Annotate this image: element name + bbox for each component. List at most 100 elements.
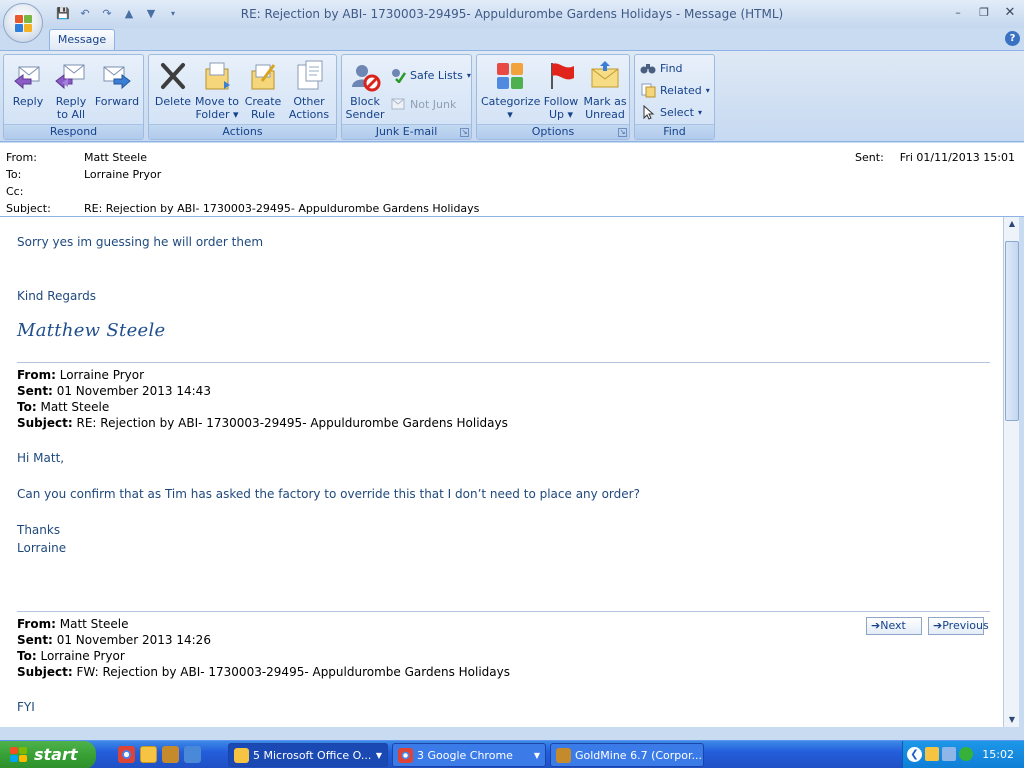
related-button[interactable]: Related ▾ [640, 81, 710, 99]
cc-row: Cc: [6, 185, 24, 198]
message-body[interactable]: Sorry yes im guessing he will order them… [0, 217, 1003, 727]
tray-outlook-icon[interactable] [925, 747, 939, 761]
quote2-header: From: Matt Steele Sent: 01 November 2013… [17, 617, 511, 679]
kind-regards: Kind Regards [17, 289, 96, 303]
forward-button[interactable]: Forward [94, 59, 140, 108]
vertical-scrollbar[interactable]: ▲ ▼ [1003, 217, 1019, 727]
task-chrome[interactable]: 3 Google Chrome ▼ [392, 743, 546, 767]
sent-row: Sent: Fri 01/11/2013 15:01 [855, 151, 1015, 164]
group-label-actions: Actions [149, 124, 336, 139]
quote1-text: Can you confirm that as Tim has asked th… [17, 487, 640, 501]
delete-button[interactable]: Delete [153, 59, 193, 108]
other-actions-button[interactable]: Other Actions ▾ [285, 59, 333, 134]
quote2-text: FYI [17, 700, 35, 714]
safe-lists-icon [392, 69, 406, 83]
safe-lists-button[interactable]: Safe Lists ▾ [390, 66, 471, 84]
group-actions: Delete Move to Folder ▾ Create Rule Othe… [148, 54, 337, 140]
tray-status-icon[interactable] [959, 747, 973, 761]
other-actions-icon [297, 60, 323, 90]
sent-value: Fri 01/11/2013 15:01 [899, 151, 1015, 164]
group-label-options: Options [477, 124, 629, 139]
categorize-icon [497, 63, 523, 89]
system-tray: ❮ 15:02 [902, 741, 1024, 768]
previous-item-icon[interactable]: ▲ [120, 5, 138, 21]
group-junk-email: Block Sender Safe Lists ▾ Not Junk Junk E… [341, 54, 472, 140]
group-respond: Reply Reply to All Forward Respond [3, 54, 144, 140]
outlook-task-icon [234, 748, 249, 763]
forward-icon [103, 66, 131, 90]
previous-button[interactable]: ➔Previous [928, 617, 989, 635]
block-sender-icon [352, 65, 381, 92]
office-button[interactable] [3, 3, 43, 43]
block-sender-button[interactable]: Block Sender [344, 59, 386, 121]
message-header: From: Matt Steele To: Lorraine Pryor Cc: S… [0, 143, 1024, 217]
outlook-icon[interactable] [140, 746, 157, 763]
scroll-down-icon[interactable]: ▼ [1004, 713, 1020, 727]
quote1-thanks: Thanks [17, 523, 61, 537]
create-rule-button[interactable]: Create Rule [243, 59, 283, 121]
to-value[interactable]: Lorraine Pryor [84, 168, 161, 181]
group-options: Categorize ▾ Follow Up ▾ Mark as Unread … [476, 54, 630, 140]
group-label-respond: Respond [4, 124, 143, 139]
chrome-icon[interactable] [118, 746, 135, 763]
group-label-find: Find [635, 124, 714, 139]
close-icon[interactable]: ✕ [1002, 4, 1018, 20]
restore-icon[interactable]: ❐ [976, 4, 992, 20]
quick-launch [118, 746, 201, 763]
options-launcher-icon[interactable]: ↘ [618, 128, 627, 137]
customize-qat-icon[interactable]: ▾ [164, 5, 182, 21]
window-controls: – ❐ ✕ [950, 4, 1018, 20]
junk-options-launcher-icon[interactable]: ↘ [460, 128, 469, 137]
quote1-name: Lorraine [17, 541, 67, 555]
reply-button[interactable]: Reply [8, 59, 48, 108]
help-icon[interactable]: ? [1005, 31, 1020, 46]
task-outlook[interactable]: 5 Microsoft Office O... ▼ [228, 743, 388, 767]
from-value[interactable]: Matt Steele [84, 151, 147, 164]
tab-message[interactable]: Message [49, 29, 115, 51]
scroll-thumb[interactable] [1005, 241, 1019, 421]
quick-access-toolbar: 💾 ↶ ↷ ▲ ▼ ▾ [50, 5, 182, 23]
ie-icon[interactable] [184, 746, 201, 763]
quote-separator [17, 362, 990, 363]
select-button[interactable]: Select ▾ [640, 103, 702, 121]
flag-icon [551, 63, 574, 89]
move-to-folder-button[interactable]: Move to Folder ▾ [193, 59, 241, 121]
reply-all-icon [55, 64, 85, 90]
find-button[interactable]: Find [640, 59, 683, 77]
goldmine-icon[interactable] [162, 746, 179, 763]
next-item-icon[interactable]: ▼ [142, 5, 160, 21]
quote1-header: From: Lorraine Pryor Sent: 01 November 2… [17, 368, 508, 430]
delete-icon [161, 63, 185, 89]
move-to-folder-icon [205, 62, 230, 90]
undo-icon[interactable]: ↶ [76, 5, 94, 21]
save-icon[interactable]: 💾 [54, 5, 72, 21]
next-button[interactable]: ➔Next [866, 617, 922, 635]
not-junk-button[interactable]: Not Junk [390, 95, 456, 113]
tray-network-icon[interactable] [942, 747, 956, 761]
minimize-icon[interactable]: – [950, 4, 966, 20]
task-goldmine[interactable]: GoldMine 6.7 (Corpor... [550, 743, 704, 767]
office-logo-icon [15, 15, 33, 33]
from-row: From: Matt Steele [6, 151, 148, 164]
start-button[interactable]: start [0, 741, 96, 768]
goldmine-task-icon [556, 748, 571, 763]
group-find: Find Related ▾ Select ▾ Find [634, 54, 715, 140]
reply-all-button[interactable]: Reply to All [51, 59, 91, 121]
chrome-task-icon [398, 748, 413, 763]
redo-icon[interactable]: ↷ [98, 5, 116, 21]
window-title: RE: Rejection by ABI- 1730003-29495- App… [240, 7, 784, 21]
mark-as-unread-button[interactable]: Mark as Unread [581, 59, 629, 121]
not-junk-icon [391, 98, 405, 110]
reply-icon [14, 66, 40, 90]
title-bar: 💾 ↶ ↷ ▲ ▼ ▾ RE: Rejection by ABI- 173000… [0, 0, 1024, 28]
subject-value: RE: Rejection by ABI- 1730003-29495- App… [84, 202, 480, 215]
subject-row: Subject: RE: Rejection by ABI- 1730003-29… [6, 202, 480, 215]
categorize-button[interactable]: Categorize ▾ [481, 59, 540, 121]
create-rule-icon [251, 64, 276, 90]
signature: Matthew Steele [17, 320, 166, 341]
tray-expand-icon[interactable]: ❮ [907, 747, 922, 762]
follow-up-button[interactable]: Follow Up ▾ [541, 59, 581, 121]
reply-text: Sorry yes im guessing he will order them [17, 235, 264, 249]
scroll-up-icon[interactable]: ▲ [1004, 217, 1020, 231]
cursor-icon [643, 104, 655, 120]
